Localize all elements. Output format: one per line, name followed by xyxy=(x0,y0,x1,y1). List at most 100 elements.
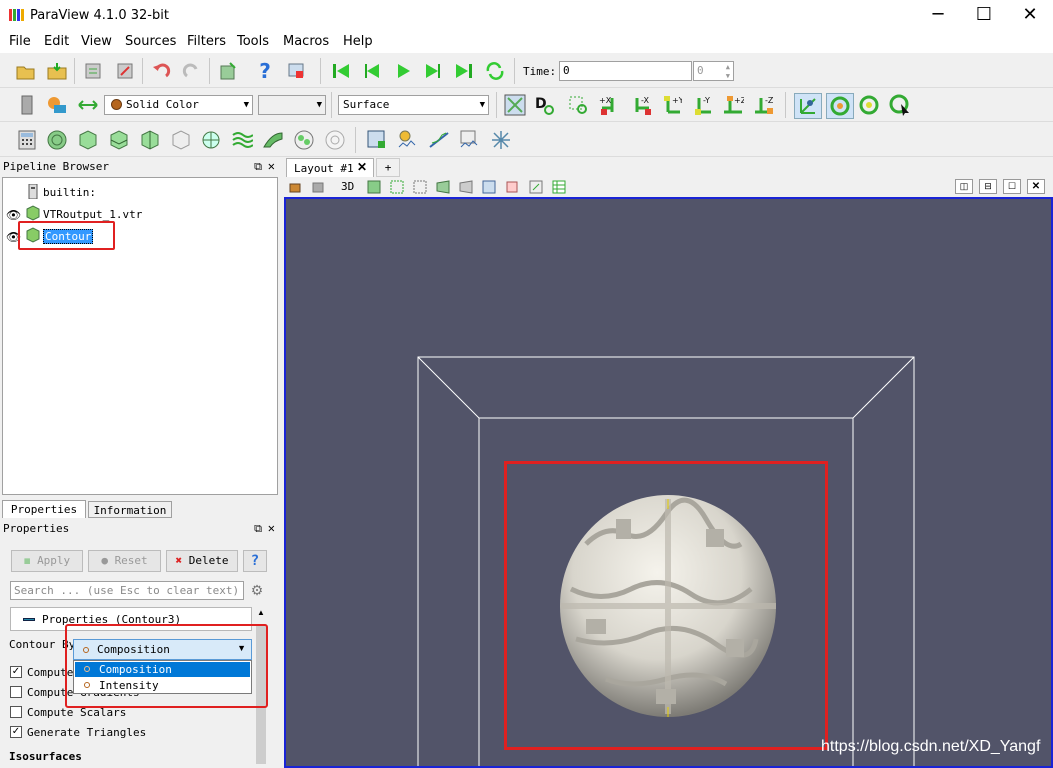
generate-triangles-checkbox[interactable]: ✓ xyxy=(10,726,22,738)
plot-over-line-icon[interactable] xyxy=(397,129,419,151)
connect-server-icon[interactable] xyxy=(82,60,104,82)
capture-screenshot-icon[interactable] xyxy=(289,180,303,197)
tree-item-builtin[interactable]: builtin: xyxy=(43,186,96,199)
float-panel-icon[interactable]: ⧉ xyxy=(254,158,262,175)
pick-center-icon[interactable] xyxy=(889,94,911,116)
close-tab-icon[interactable]: ✕ xyxy=(357,160,367,174)
select-block-icon[interactable] xyxy=(482,180,496,197)
glyph-icon[interactable] xyxy=(200,129,222,151)
tab-information[interactable]: Information xyxy=(88,501,172,518)
delete-button[interactable]: ✖ Delete xyxy=(166,550,238,572)
disconnect-server-icon[interactable] xyxy=(114,60,136,82)
menu-macros[interactable]: Macros xyxy=(283,34,329,49)
view-plus-x-icon[interactable]: +X xyxy=(598,94,620,116)
last-frame-icon[interactable] xyxy=(453,60,475,82)
menu-edit[interactable]: Edit xyxy=(44,34,69,49)
compute-gradients-checkbox[interactable] xyxy=(10,686,22,698)
find-data-icon[interactable] xyxy=(285,60,307,82)
menu-tools[interactable]: Tools xyxy=(237,34,269,49)
split-horizontal-icon[interactable]: ◫ xyxy=(955,179,973,194)
edit-color-map-icon[interactable] xyxy=(46,94,68,116)
save-state-icon[interactable] xyxy=(217,60,239,82)
render-view[interactable]: https://blog.csdn.net/XD_Yangf xyxy=(284,197,1053,768)
interaction-icon[interactable] xyxy=(367,180,381,197)
help-icon[interactable]: ? xyxy=(254,59,276,83)
toggle-3d-button[interactable]: 3D xyxy=(341,180,354,193)
properties-help-button[interactable]: ? xyxy=(243,550,267,572)
tab-layout-1[interactable]: Layout #1 ✕ xyxy=(286,158,374,177)
play-icon[interactable] xyxy=(392,60,414,82)
component-combo[interactable]: ▼ xyxy=(258,95,326,115)
previous-frame-icon[interactable] xyxy=(361,60,383,82)
select-frustum-points-icon[interactable] xyxy=(459,180,473,197)
clip-icon[interactable] xyxy=(76,129,98,151)
show-orientation-axes-icon[interactable] xyxy=(794,93,822,119)
next-frame-icon[interactable] xyxy=(422,60,444,82)
view-minus-z-icon[interactable]: -Z xyxy=(753,94,775,116)
search-input[interactable]: Search ... (use Esc to clear text) xyxy=(10,581,244,600)
grow-selection-icon[interactable] xyxy=(529,180,543,197)
split-vertical-icon[interactable]: ⊟ xyxy=(979,179,997,194)
tree-item-vtroutput[interactable]: VTRoutput_1.vtr xyxy=(43,208,142,221)
select-polygon-icon[interactable] xyxy=(505,180,519,197)
reset-button[interactable]: ● Reset xyxy=(88,550,161,572)
color-by-combo[interactable]: Solid Color ▼ xyxy=(104,95,253,115)
close-view-icon[interactable]: ✕ xyxy=(1027,179,1045,194)
view-minus-y-icon[interactable]: -Y xyxy=(691,94,713,116)
tab-properties[interactable]: Properties xyxy=(2,500,86,518)
open-file-icon[interactable] xyxy=(15,60,37,82)
menu-sources[interactable]: Sources xyxy=(125,34,176,49)
maximize-button[interactable]: ☐ xyxy=(961,0,1007,31)
maximize-view-icon[interactable]: ☐ xyxy=(1003,179,1021,194)
close-button[interactable]: ✕ xyxy=(1007,0,1053,31)
collapse-section-icon[interactable] xyxy=(23,618,35,621)
probe-location-icon[interactable] xyxy=(490,129,512,151)
advanced-gear-icon[interactable]: ⚙ xyxy=(247,581,267,600)
plot-over-time-icon[interactable] xyxy=(459,129,481,151)
slice-icon[interactable] xyxy=(107,129,129,151)
compute-scalars-checkbox[interactable] xyxy=(10,706,22,718)
select-surface-points-icon[interactable] xyxy=(413,180,427,197)
select-frustum-cells-icon[interactable] xyxy=(436,180,450,197)
calculator-icon[interactable] xyxy=(16,129,38,151)
plot-selection-icon[interactable] xyxy=(428,129,450,151)
toggle-color-legend-icon[interactable] xyxy=(16,94,38,116)
extract-subset-icon[interactable] xyxy=(169,129,191,151)
threshold-icon[interactable] xyxy=(138,129,160,151)
reset-camera-icon[interactable] xyxy=(504,94,526,116)
rescale-range-icon[interactable] xyxy=(77,94,99,116)
zoom-to-data-icon[interactable]: D xyxy=(534,94,556,116)
undo-icon[interactable] xyxy=(150,60,172,82)
time-step-spinbox[interactable]: 0 ▲ ▼ xyxy=(693,61,734,81)
camera-undo-icon[interactable] xyxy=(312,180,326,197)
show-center-icon[interactable] xyxy=(826,93,854,119)
compute-normals-checkbox[interactable]: ✓ xyxy=(10,666,22,678)
close-panel-icon[interactable]: ✕ xyxy=(268,520,275,537)
menu-file[interactable]: File xyxy=(9,34,31,49)
spin-arrows-icon[interactable]: ▲ ▼ xyxy=(726,63,730,81)
menu-view[interactable]: View xyxy=(81,34,112,49)
apply-button[interactable]: ◼ Apply xyxy=(11,550,83,572)
time-input[interactable]: 0 xyxy=(559,61,692,81)
representation-combo[interactable]: Surface ▼ xyxy=(338,95,489,115)
stream-tracer-icon[interactable] xyxy=(231,129,253,151)
contour-icon[interactable] xyxy=(46,129,68,151)
loop-icon[interactable] xyxy=(484,60,506,82)
load-state-icon[interactable] xyxy=(46,60,68,82)
add-layout-button[interactable]: + xyxy=(376,158,400,177)
reset-center-icon[interactable] xyxy=(858,94,880,116)
menu-help[interactable]: Help xyxy=(343,34,373,49)
spreadsheet-icon[interactable] xyxy=(552,180,566,197)
redo-icon[interactable] xyxy=(181,60,203,82)
float-panel-icon[interactable]: ⧉ xyxy=(254,520,262,537)
zoom-to-box-icon[interactable] xyxy=(567,94,589,116)
eye-visibility-icon[interactable]: 👁 xyxy=(6,208,21,222)
select-cells-icon[interactable] xyxy=(366,129,388,151)
scroll-up-icon[interactable]: ▲ xyxy=(257,608,265,617)
select-surface-cells-icon[interactable] xyxy=(390,180,404,197)
menu-filters[interactable]: Filters xyxy=(187,34,226,49)
extract-level-icon[interactable] xyxy=(324,129,346,151)
view-plus-z-icon[interactable]: +Z xyxy=(722,94,744,116)
group-datasets-icon[interactable] xyxy=(293,129,315,151)
view-plus-y-icon[interactable]: +Y xyxy=(660,94,682,116)
